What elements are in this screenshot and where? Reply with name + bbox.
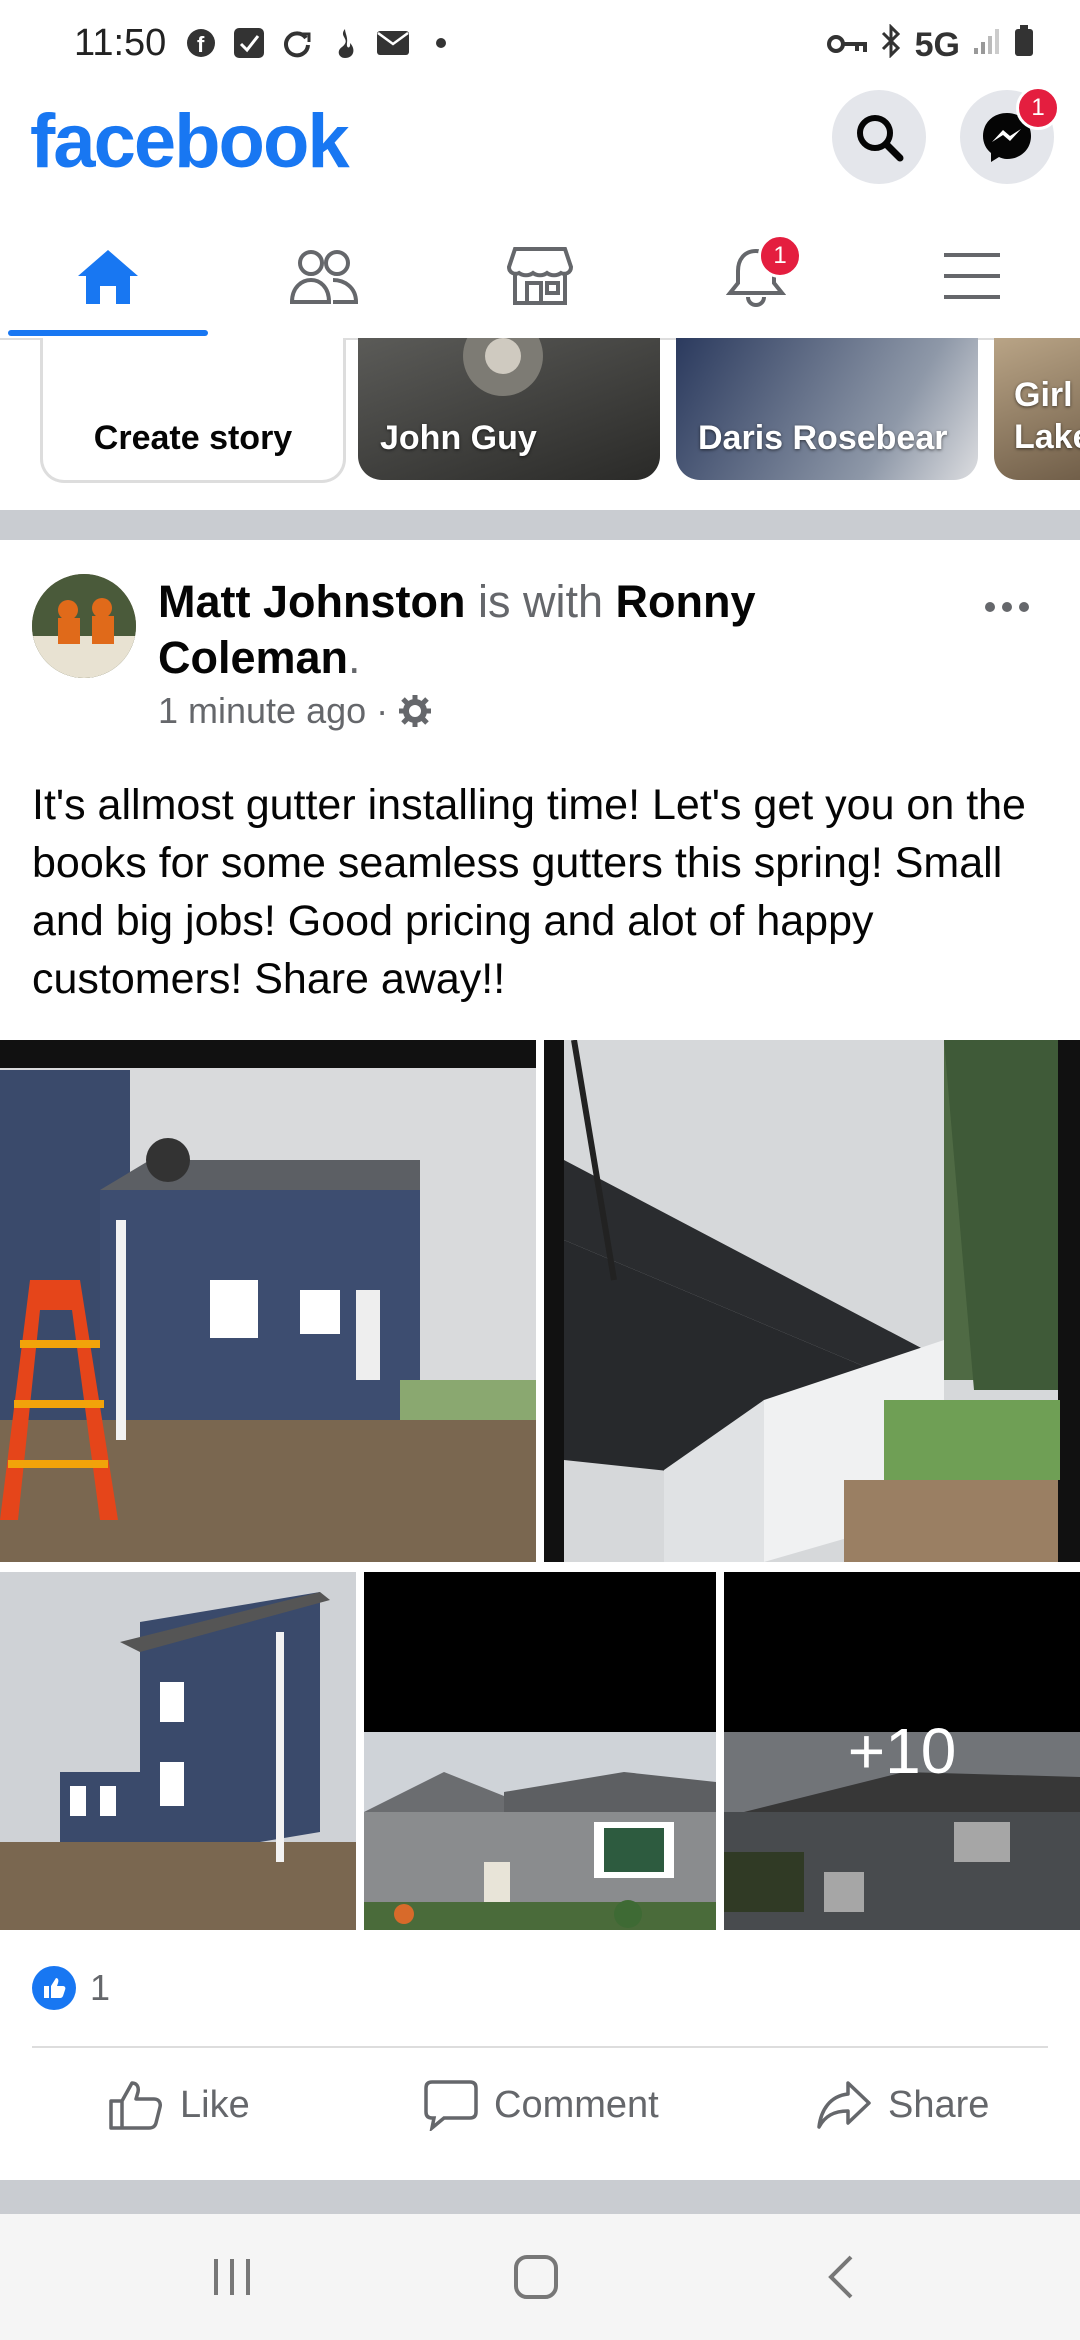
messenger-badge: 1 (1016, 86, 1060, 130)
comment-button[interactable]: Comment (424, 2070, 659, 2140)
post-photo[interactable] (0, 1572, 356, 1930)
status-bar: 11:50 f 5G (0, 0, 1080, 96)
marketplace-icon (507, 247, 573, 305)
actions-divider (32, 2046, 1048, 2048)
post-text: It's allmost gutter installing time! Let… (32, 781, 1026, 1003)
dot-icon (424, 26, 458, 60)
share-button[interactable]: Share (816, 2070, 989, 2140)
story-card[interactable]: John Guy (358, 338, 660, 480)
facebook-logo[interactable]: facebook (30, 98, 350, 185)
search-button[interactable] (832, 90, 926, 184)
call-filter-icon (232, 26, 266, 60)
main-nav: 1 (0, 214, 1080, 340)
like-label: Like (180, 2083, 250, 2126)
tab-friends[interactable] (224, 214, 424, 338)
friends-icon (289, 250, 359, 304)
sync-icon (280, 26, 314, 60)
network-type: 5G (914, 26, 960, 64)
back-icon (828, 2255, 853, 2299)
notifications-badge: 1 (758, 234, 802, 278)
meta-separator: · (376, 690, 389, 731)
post-photo[interactable] (364, 1572, 716, 1930)
messenger-button[interactable]: 1 (960, 86, 1060, 184)
mail-icon (376, 26, 410, 60)
tab-menu[interactable] (872, 214, 1072, 338)
story-author-name: John Guy (380, 419, 537, 457)
home-square-icon (514, 2255, 558, 2299)
tagged-period: . (348, 632, 361, 683)
system-navigation-bar (0, 2214, 1080, 2340)
hamburger-menu-icon (944, 253, 1000, 299)
post-meta: 1 minute ago · (158, 690, 432, 732)
tab-notifications[interactable]: 1 (656, 214, 856, 338)
share-icon (817, 2081, 871, 2129)
post-photo[interactable] (544, 1040, 1080, 1562)
post-author-line: Matt Johnston is with Ronny Coleman. (158, 574, 798, 686)
author-avatar[interactable] (32, 574, 136, 678)
feed-divider (0, 2180, 1080, 2214)
tab-marketplace[interactable] (440, 214, 640, 338)
signal-icon (972, 26, 1002, 65)
tab-home[interactable] (8, 214, 208, 338)
active-tab-indicator (8, 330, 208, 336)
like-reaction-icon (32, 1966, 76, 2010)
stories-tray: Create story John Guy Daris Rosebear Gir… (0, 338, 1080, 510)
reactions-summary[interactable]: 1 (32, 1966, 110, 2010)
feed-divider (0, 510, 1080, 540)
vpn-key-icon (826, 26, 867, 65)
comment-icon (424, 2080, 478, 2131)
story-card[interactable]: Daris Rosebear (676, 338, 978, 480)
story-author-name: Girl Lake (1014, 376, 1080, 456)
more-icon (985, 602, 1029, 612)
recent-apps-button[interactable] (192, 2242, 272, 2312)
create-story-card[interactable]: Create story (40, 338, 346, 483)
post-options-button[interactable] (984, 578, 1030, 623)
search-icon (857, 115, 904, 162)
home-button[interactable] (496, 2242, 576, 2312)
share-label: Share (888, 2083, 990, 2126)
author-name[interactable]: Matt Johnston (158, 576, 465, 627)
story-card[interactable]: Girl Lake (994, 338, 1080, 480)
story-thumbnail (463, 338, 543, 396)
create-story-label: Create story (93, 419, 293, 457)
home-icon (78, 250, 138, 304)
bluetooth-icon (879, 23, 903, 67)
comment-label: Comment (494, 2083, 659, 2126)
battery-icon (1014, 25, 1034, 66)
privacy-gear-icon[interactable] (398, 694, 432, 728)
recent-apps-icon (214, 2259, 250, 2295)
reaction-count: 1 (90, 1967, 111, 2008)
facebook-icon: f (184, 26, 218, 60)
like-button[interactable]: Like (108, 2070, 250, 2140)
status-time: 11:50 (74, 22, 167, 64)
more-photos-count: +10 (724, 1572, 1080, 1930)
story-author-name: Daris Rosebear (698, 419, 948, 457)
with-text: is with (477, 576, 604, 627)
post-photo-more[interactable]: +10 (724, 1572, 1080, 1930)
svg-text:f: f (197, 32, 205, 57)
post-time[interactable]: 1 minute ago (158, 690, 366, 732)
back-button[interactable] (800, 2242, 880, 2312)
thumbs-up-icon (109, 2081, 162, 2130)
fire-icon (328, 26, 362, 60)
post-photo[interactable] (0, 1040, 536, 1562)
